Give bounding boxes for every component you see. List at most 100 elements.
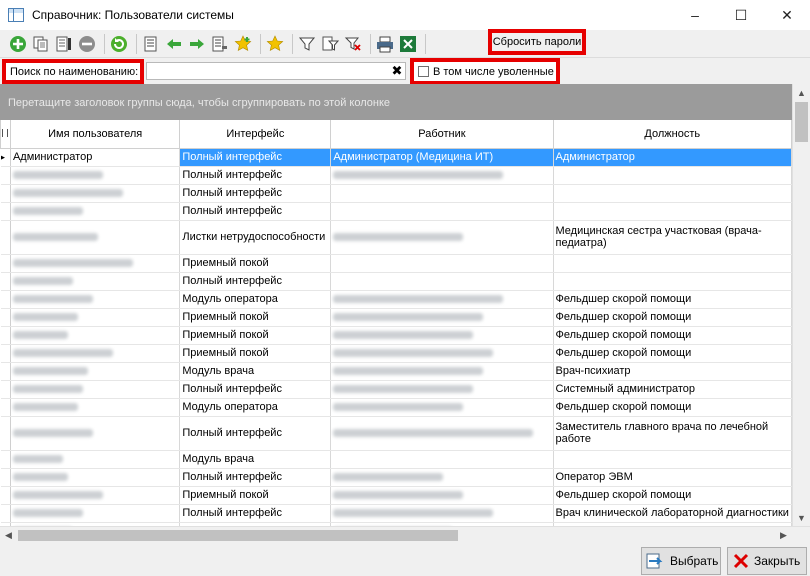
- cell-interface[interactable]: Листки нетрудоспособности: [179, 220, 332, 255]
- cell-position[interactable]: Фельдшер скорой помощи: [553, 290, 792, 309]
- cell-user[interactable]: [10, 380, 181, 399]
- cell-position[interactable]: Фельдшер скорой помощи: [553, 344, 792, 363]
- cell-interface[interactable]: Приемный покой: [179, 326, 332, 345]
- cell-position[interactable]: [553, 272, 792, 291]
- list-button[interactable]: [141, 34, 161, 54]
- scroll-down-icon[interactable]: ▼: [793, 509, 810, 526]
- cell-user[interactable]: [10, 254, 181, 273]
- cell-worker[interactable]: [330, 468, 554, 487]
- vertical-scrollbar[interactable]: ▲ ▼: [792, 84, 810, 526]
- cell-interface[interactable]: Полный интерфейс: [179, 380, 332, 399]
- select-button[interactable]: Выбрать: [641, 547, 721, 575]
- include-fired-checkbox[interactable]: В том числе уволенные: [410, 58, 560, 85]
- cell-worker[interactable]: [330, 486, 554, 505]
- cell-interface[interactable]: Модуль оператора: [179, 290, 332, 309]
- cell-interface[interactable]: Полный интерфейс: [179, 272, 332, 291]
- cell-interface[interactable]: Приемный покой: [179, 254, 332, 273]
- table-row[interactable]: Полный интерфейс Оператор ЭВМ: [0, 468, 792, 487]
- table-row[interactable]: Модуль врача Врач-психиатр: [0, 362, 792, 381]
- cell-worker[interactable]: [330, 362, 554, 381]
- column-header-user[interactable]: Имя пользователя: [9, 120, 181, 149]
- table-row[interactable]: Полный интерфейс: [0, 166, 792, 185]
- horizontal-scroll-thumb[interactable]: [18, 530, 458, 541]
- cell-position[interactable]: Врач-психиатр: [553, 362, 792, 381]
- cell-position[interactable]: Фельдшер скорой помощи: [553, 398, 792, 417]
- table-row[interactable]: Модуль врача: [0, 450, 792, 469]
- filter-button[interactable]: [297, 34, 317, 54]
- cell-worker[interactable]: [330, 202, 554, 221]
- cell-user[interactable]: [10, 486, 181, 505]
- cell-position[interactable]: [553, 450, 792, 469]
- cell-user[interactable]: [10, 326, 181, 345]
- table-row[interactable]: Полный интерфейс Врач клинической лаборат…: [0, 504, 792, 523]
- cell-user[interactable]: [10, 290, 181, 309]
- cell-position[interactable]: [553, 184, 792, 203]
- cell-position[interactable]: Фельдшер скорой помощи: [553, 486, 792, 505]
- close-button[interactable]: Закрыть: [727, 547, 807, 575]
- cell-worker[interactable]: [330, 416, 554, 451]
- cell-worker[interactable]: [330, 380, 554, 399]
- cell-worker[interactable]: [330, 166, 554, 185]
- edit-button[interactable]: [54, 34, 74, 54]
- table-row[interactable]: Модуль оператора Фельдшер скорой помощи: [0, 290, 792, 309]
- column-header-position[interactable]: Должность: [552, 120, 792, 149]
- cell-interface[interactable]: Полный интерфейс: [179, 202, 332, 221]
- column-header-interface[interactable]: Интерфейс: [179, 120, 332, 149]
- table-row[interactable]: Приемный покой Фельдшер скорой помощи: [0, 308, 792, 327]
- cell-interface[interactable]: Полный интерфейс: [179, 504, 332, 523]
- cell-user[interactable]: [10, 504, 181, 523]
- cell-position[interactable]: Фельдшер скорой помощи: [553, 326, 792, 345]
- export-list-button[interactable]: [210, 34, 230, 54]
- table-row[interactable]: Приемный покой Фельдшер скорой помощи: [0, 344, 792, 363]
- cell-worker[interactable]: [330, 344, 554, 363]
- cell-user[interactable]: [10, 344, 181, 363]
- column-chooser-icon[interactable]: [0, 120, 11, 149]
- vertical-scroll-thumb[interactable]: [795, 102, 808, 142]
- cell-worker[interactable]: [330, 326, 554, 345]
- search-input[interactable]: [146, 62, 406, 80]
- cell-interface[interactable]: Модуль врача: [179, 362, 332, 381]
- cell-worker[interactable]: [330, 272, 554, 291]
- cell-position[interactable]: Заместитель главного врача по лечебной р…: [553, 416, 792, 451]
- cell-user[interactable]: [10, 398, 181, 417]
- filter-edit-button[interactable]: [320, 34, 340, 54]
- cell-worker[interactable]: [330, 220, 554, 255]
- table-row[interactable]: Приемный покой Фельдшер скорой помощи: [0, 486, 792, 505]
- cell-position[interactable]: [553, 254, 792, 273]
- scroll-left-icon[interactable]: ◀: [0, 527, 17, 544]
- cell-user[interactable]: Администратор: [10, 148, 181, 167]
- cell-position[interactable]: Врач клинической лабораторной диагностик…: [553, 504, 792, 523]
- cell-interface[interactable]: Полный интерфейс: [179, 166, 332, 185]
- add-favorite-button[interactable]: [233, 34, 253, 54]
- refresh-button[interactable]: [109, 34, 129, 54]
- cell-position[interactable]: Медицинская сестра участковая (врача-пед…: [553, 220, 792, 255]
- cell-interface[interactable]: Приемный покой: [179, 344, 332, 363]
- table-row[interactable]: Листки нетрудоспособности Медицинская сес…: [0, 220, 792, 255]
- cell-worker[interactable]: [330, 254, 554, 273]
- column-header-worker[interactable]: Работник: [330, 120, 554, 149]
- cell-worker[interactable]: [330, 504, 554, 523]
- scroll-up-icon[interactable]: ▲: [793, 84, 810, 101]
- copy-button[interactable]: [31, 34, 51, 54]
- cell-interface[interactable]: Модуль оператора: [179, 398, 332, 417]
- add-button[interactable]: [8, 34, 28, 54]
- move-right-button[interactable]: [187, 34, 207, 54]
- cell-worker[interactable]: [330, 308, 554, 327]
- table-row[interactable]: Полный интерфейс: [0, 272, 792, 291]
- cell-user[interactable]: [10, 450, 181, 469]
- table-row[interactable]: Полный интерфейс: [0, 202, 792, 221]
- print-button[interactable]: [375, 34, 395, 54]
- close-window-button[interactable]: ✕: [764, 0, 810, 30]
- table-row[interactable]: Модуль оператора Фельдшер скорой помощи: [0, 398, 792, 417]
- cell-user[interactable]: [10, 272, 181, 291]
- cell-position[interactable]: Администратор: [553, 148, 792, 167]
- cell-position[interactable]: [553, 166, 792, 185]
- cell-worker[interactable]: [330, 450, 554, 469]
- cell-interface[interactable]: Полный интерфейс: [179, 148, 332, 167]
- checkbox-icon[interactable]: [418, 66, 429, 77]
- cell-interface[interactable]: Полный интерфейс: [179, 416, 332, 451]
- table-row[interactable]: Полный интерфейс Заместитель главного вра…: [0, 416, 792, 451]
- delete-button[interactable]: [77, 34, 97, 54]
- cell-interface[interactable]: Модуль врача: [179, 450, 332, 469]
- cell-user[interactable]: [10, 202, 181, 221]
